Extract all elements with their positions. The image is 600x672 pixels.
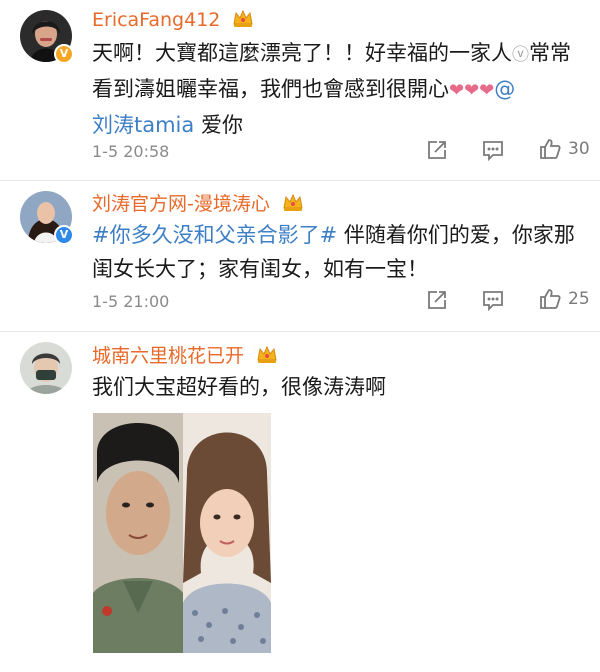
mention-at-sign[interactable]: @: [494, 77, 515, 101]
like-count: 30: [568, 139, 590, 159]
comment-icon: [483, 291, 503, 311]
share-button[interactable]: [426, 289, 448, 311]
avatar[interactable]: [20, 342, 72, 394]
thumbs-up-icon: [540, 139, 561, 159]
comment-username[interactable]: 城南六里桃花已开: [92, 341, 278, 368]
comment-3: 城南六里桃花已开 我们大宝超好看的，很像涛涛啊: [0, 332, 600, 672]
comment-text: #你多久没和父亲合影了# 伴随着你们的爱，你家那闺女长大了；家有闺女，如有一宝！: [92, 223, 575, 281]
comment-2: V 刘涛官方网-漫境涛心 #你多久没和父亲合影了# 伴随着你们的爱，你家那闺女长…: [0, 181, 600, 331]
comment-1: V EricaFang412 天啊！大寶都這麼漂亮了！！好幸福的一家人ⓥ常常看到…: [0, 0, 600, 180]
comment-icon: [483, 141, 503, 161]
comment-button[interactable]: [482, 289, 504, 311]
share-icon: [428, 291, 446, 309]
verified-badge-icon: V: [54, 225, 74, 245]
crown-icon: [283, 193, 303, 211]
like-button[interactable]: 25: [538, 287, 590, 311]
like-button[interactable]: 30: [538, 137, 590, 161]
feet-emoji-icon: ⓥ: [512, 45, 529, 65]
comment-time: 1-5 21:00: [92, 292, 170, 311]
comment-username[interactable]: EricaFang412: [92, 8, 254, 31]
comment-text: 我们大宝超好看的，很像涛涛啊: [92, 375, 386, 399]
comment-time: 1-5 20:58: [92, 142, 170, 161]
crown-icon: [257, 345, 277, 363]
comment-photo-left[interactable]: [93, 413, 183, 653]
share-icon: [428, 141, 446, 159]
heart-emoji-icon: ❤❤❤: [449, 80, 495, 101]
comment-username[interactable]: 刘涛官方网-漫境涛心: [92, 189, 304, 216]
hashtag-link[interactable]: #你多久没和父亲合影了#: [92, 223, 337, 247]
crown-icon: [233, 9, 254, 27]
comment-button[interactable]: [482, 139, 504, 161]
like-count: 25: [568, 289, 590, 309]
thumbs-up-icon: [540, 289, 561, 309]
comment-text: 天啊！大寶都這麼漂亮了！！好幸福的一家人ⓥ常常看到濤姐曬幸福，我們也會感到很開心…: [92, 41, 571, 137]
verified-badge-icon: V: [54, 44, 74, 64]
comment-photo-right[interactable]: [183, 413, 271, 653]
share-button[interactable]: [426, 139, 448, 161]
mention-link[interactable]: 刘涛tamia: [92, 113, 194, 137]
